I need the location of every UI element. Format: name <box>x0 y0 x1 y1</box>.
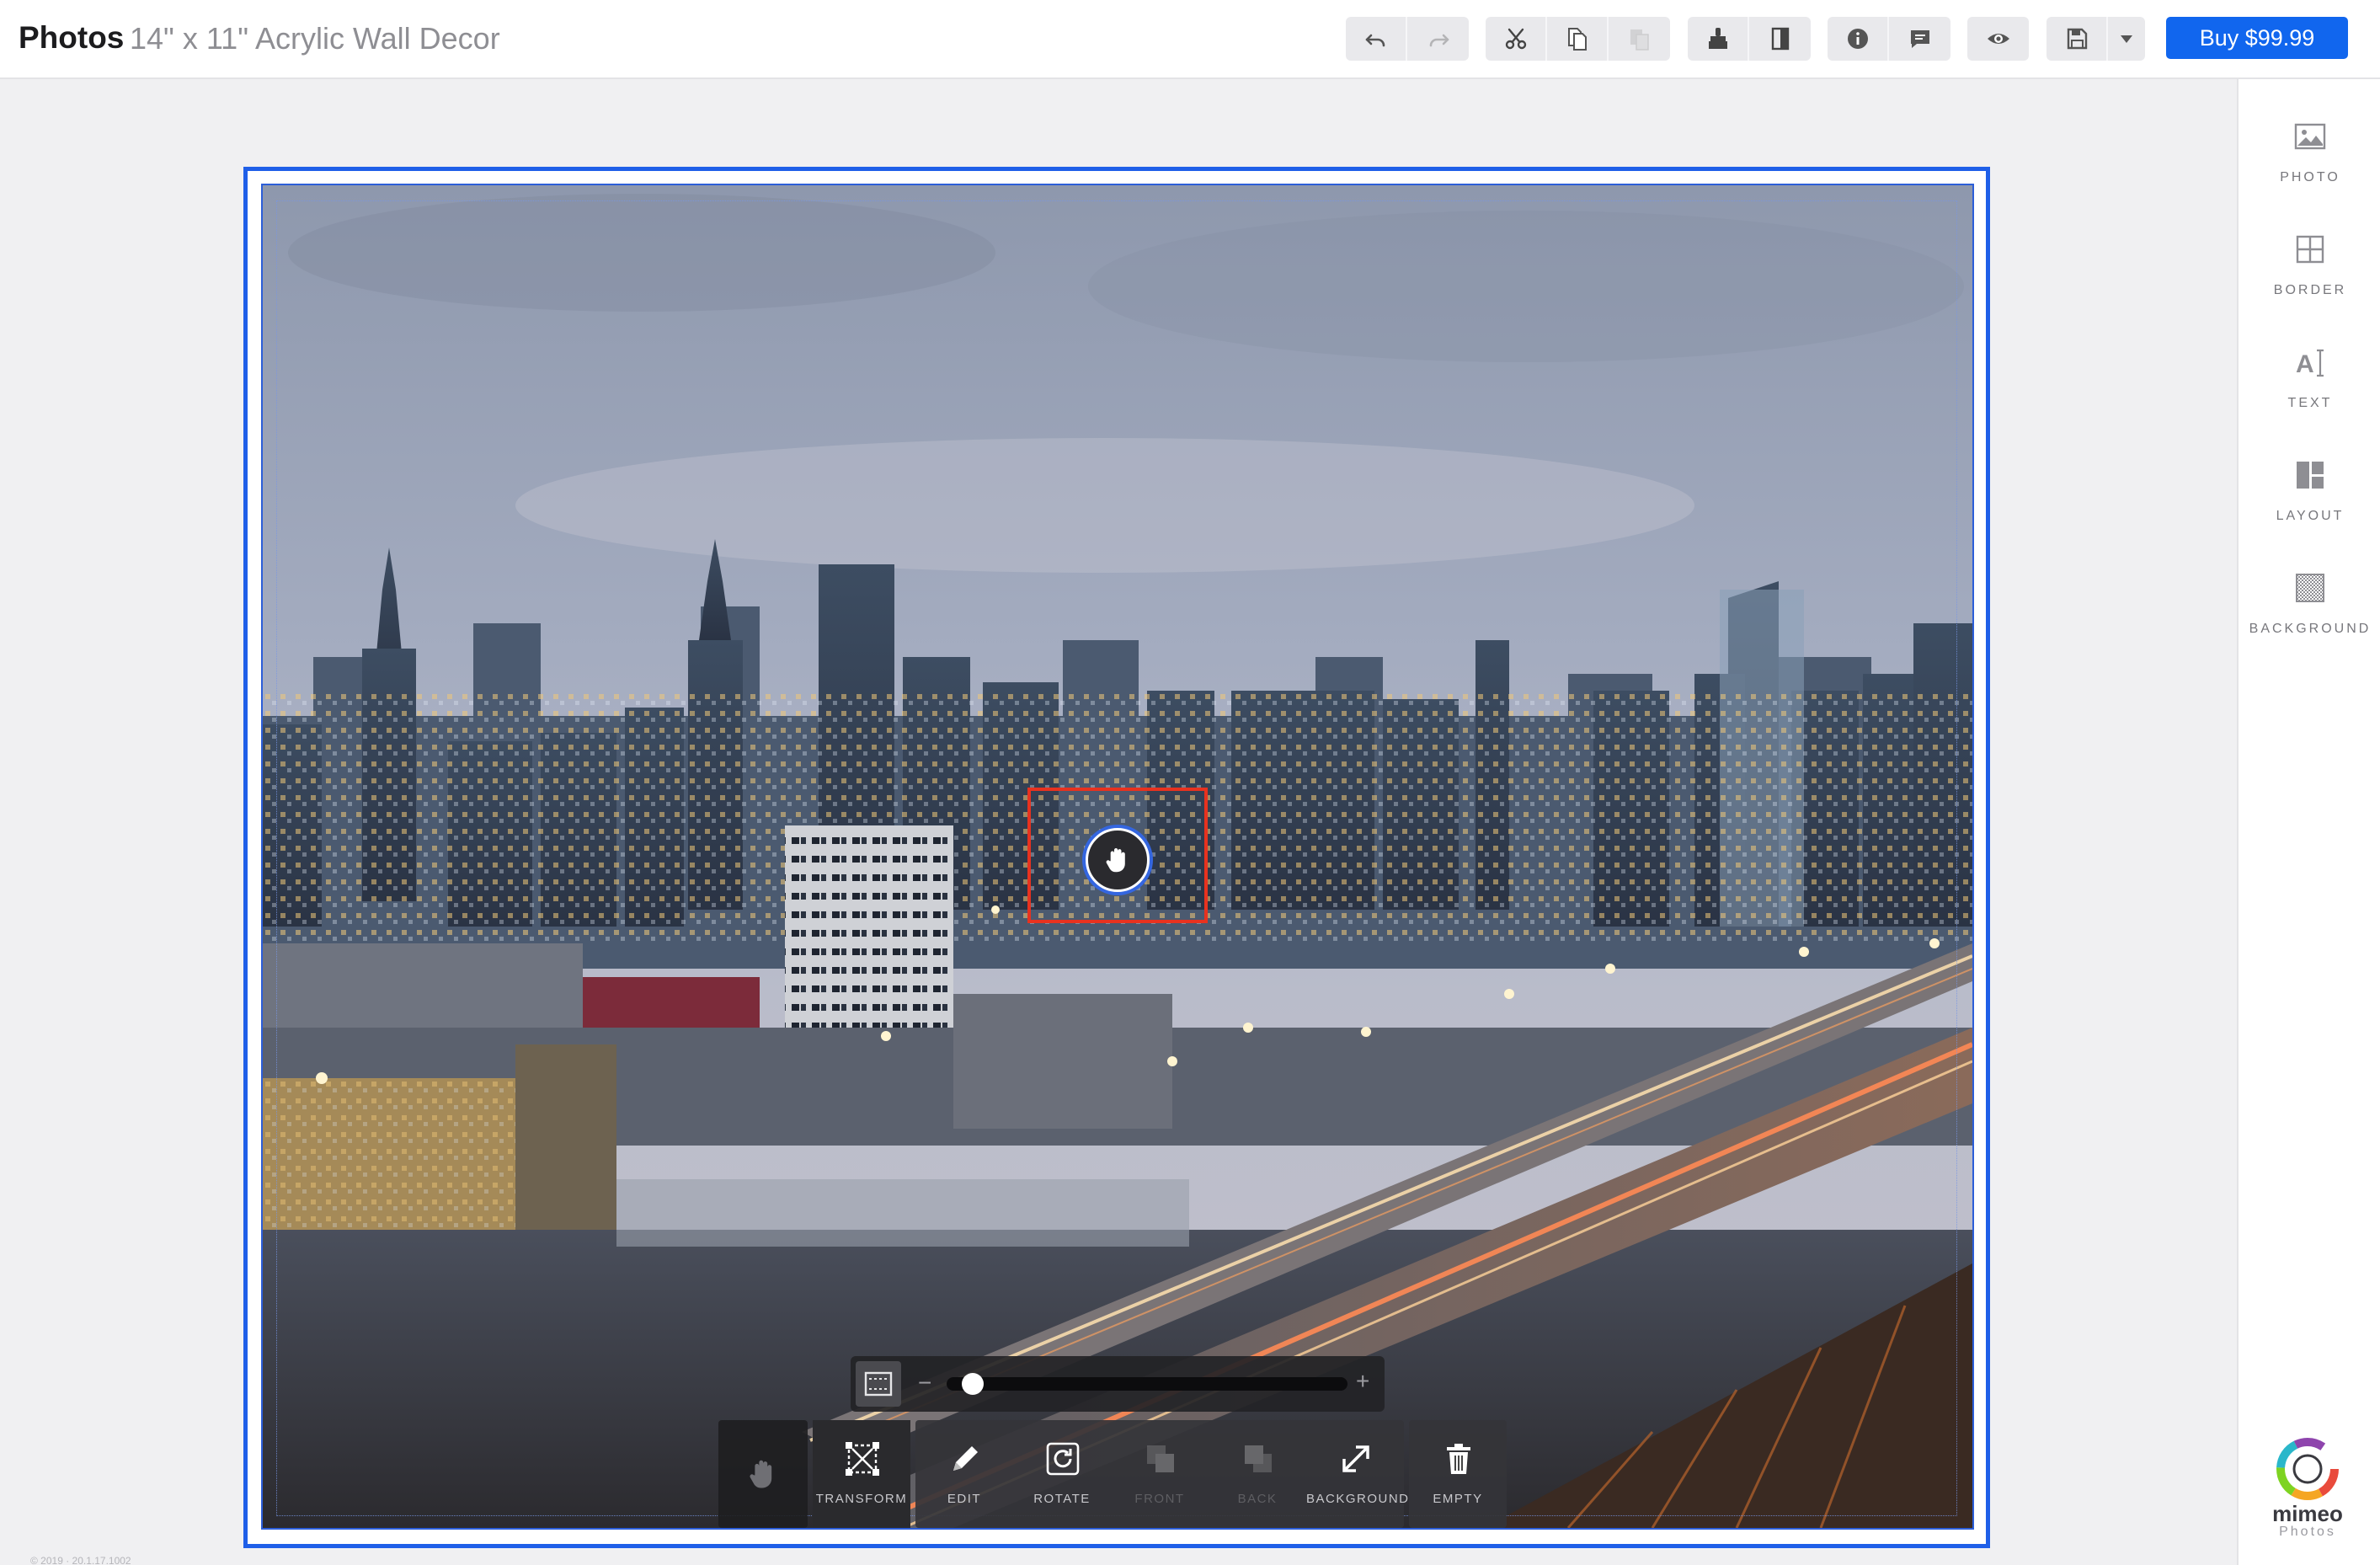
app-root: Photos 14" x 11" Acrylic Wall Decor Buy … <box>0 0 2380 1565</box>
hand-icon <box>1106 847 1125 873</box>
send-back-icon <box>1245 1445 1272 1472</box>
fit-frame-icon <box>864 1371 893 1397</box>
sidebar-item-layout[interactable]: LAYOUT <box>2239 435 2380 536</box>
photo-icon <box>2294 123 2326 150</box>
sidebar-label-border: BORDER <box>2273 283 2347 297</box>
text-icon: A <box>2296 349 2324 378</box>
document-title[interactable]: 14" x 11" Acrylic Wall Decor <box>130 21 500 56</box>
history-group <box>1346 17 1469 61</box>
top-bar: Photos 14" x 11" Acrylic Wall Decor Buy … <box>0 0 2380 79</box>
paste-icon <box>1630 29 1649 51</box>
sidebar-item-border[interactable]: BORDER <box>2239 209 2380 310</box>
empty-button[interactable]: EMPTY <box>1409 1420 1507 1528</box>
tool-group-empty: EMPTY <box>1409 1420 1507 1528</box>
brand-subtitle: Photos <box>2279 1525 2336 1539</box>
hand-icon <box>750 1460 772 1488</box>
undo-icon <box>1365 34 1385 47</box>
pan-handle[interactable] <box>1086 828 1150 892</box>
rotate-label: ROTATE <box>1033 1492 1091 1506</box>
eye-icon <box>1987 34 2009 44</box>
expand-icon <box>1342 1445 1369 1472</box>
photo-tool-bar: TRANSFORM EDIT ROTATE FRONT BACK BACKGRO… <box>718 1420 1512 1528</box>
version-text: © 2019 · 20.1.17.1002 <box>30 1555 131 1565</box>
page-icon <box>1771 27 1789 51</box>
style-brush-button[interactable] <box>1688 17 1749 61</box>
sidebar-label-layout: LAYOUT <box>2276 509 2345 523</box>
zoom-in-button[interactable]: + <box>1356 1368 1369 1395</box>
app-name: Photos <box>19 20 125 55</box>
sidebar-item-text[interactable]: A TEXT <box>2239 322 2380 423</box>
edit-label: EDIT <box>947 1492 982 1506</box>
brand-name: mimeo <box>2272 1501 2343 1526</box>
info-group <box>1828 17 1950 61</box>
save-icon <box>2067 28 2087 50</box>
pan-tool-button[interactable] <box>718 1420 808 1528</box>
comment-icon <box>1910 30 1929 48</box>
paint-brush-icon <box>1708 28 1727 49</box>
background-fill-button[interactable]: BACKGROUND <box>1306 1420 1410 1528</box>
edit-button[interactable]: EDIT <box>915 1420 1013 1528</box>
zoom-slider-knob[interactable] <box>962 1373 984 1395</box>
sidebar-item-background[interactable]: BACKGROUND <box>2239 547 2380 649</box>
trash-icon <box>1447 1444 1470 1474</box>
border-icon <box>2296 235 2324 264</box>
transform-icon <box>846 1442 879 1476</box>
background-label: BACKGROUND <box>1306 1492 1410 1506</box>
redo-icon <box>1429 34 1449 47</box>
pencil-icon <box>953 1446 978 1471</box>
back-label: BACK <box>1237 1492 1278 1506</box>
info-button[interactable] <box>1828 17 1889 61</box>
redo-button[interactable] <box>1407 17 1469 61</box>
mimeo-logo-icon <box>2276 1438 2339 1500</box>
empty-label: EMPTY <box>1433 1492 1483 1506</box>
style-group <box>1688 17 1811 61</box>
info-icon <box>1847 29 1868 49</box>
paste-button[interactable] <box>1609 17 1670 61</box>
background-icon <box>2296 574 2324 602</box>
buy-button[interactable]: Buy $99.99 <box>2166 17 2348 59</box>
page-button[interactable] <box>1749 17 1811 61</box>
preview-button[interactable] <box>1967 17 2029 61</box>
svg-text:A: A <box>2296 350 2314 378</box>
send-back-button[interactable]: BACK <box>1209 1420 1306 1528</box>
preview-group <box>1967 17 2029 61</box>
copy-button[interactable] <box>1547 17 1609 61</box>
fit-to-frame-button[interactable] <box>856 1361 901 1407</box>
right-sidebar: PHOTO BORDER A TEXT LAYOUT BACKGROUND <box>2237 79 2380 1565</box>
layout-icon <box>2297 462 2324 489</box>
zoom-bar: − + <box>851 1356 1385 1412</box>
rotate-icon <box>1046 1442 1080 1476</box>
save-button[interactable] <box>2046 17 2108 61</box>
undo-button[interactable] <box>1346 17 1407 61</box>
sidebar-label-background: BACKGROUND <box>2249 622 2372 636</box>
tool-group-transform: TRANSFORM <box>813 1420 910 1528</box>
zoom-out-button[interactable]: − <box>918 1370 931 1397</box>
save-group <box>2046 17 2145 61</box>
copy-icon <box>1567 28 1587 51</box>
sidebar-item-photo[interactable]: PHOTO <box>2239 96 2380 197</box>
sidebar-label-photo: PHOTO <box>2280 170 2340 184</box>
bring-front-button[interactable]: FRONT <box>1111 1420 1209 1528</box>
zoom-slider[interactable] <box>947 1373 1347 1395</box>
sidebar-label-text: TEXT <box>2287 396 2333 410</box>
save-options-button[interactable] <box>2108 17 2145 61</box>
comment-button[interactable] <box>1889 17 1950 61</box>
front-label: FRONT <box>1134 1492 1185 1506</box>
tool-group-edit: EDIT ROTATE FRONT BACK BACKGROUND <box>915 1420 1410 1528</box>
rotate-button[interactable]: ROTATE <box>1013 1420 1111 1528</box>
scissors-icon <box>1505 28 1526 50</box>
bring-front-icon <box>1147 1445 1174 1472</box>
transform-label: TRANSFORM <box>815 1492 908 1506</box>
cut-button[interactable] <box>1486 17 1547 61</box>
transform-button[interactable]: TRANSFORM <box>813 1420 910 1528</box>
caret-down-icon <box>2121 35 2132 43</box>
clipboard-group <box>1486 17 1670 61</box>
